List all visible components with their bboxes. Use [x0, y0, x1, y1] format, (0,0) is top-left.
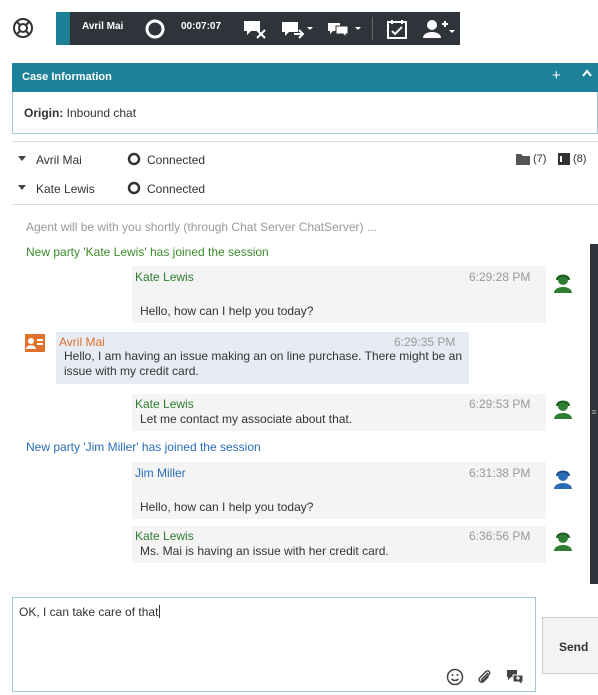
interaction-timer: 00:07:07	[181, 21, 222, 32]
message-text: Hello, I am having an issue making an on…	[64, 349, 463, 378]
attachment-icon[interactable]	[476, 668, 494, 686]
transfer-chat-icon[interactable]	[280, 18, 314, 40]
case-information-header[interactable]: Case Information +	[12, 63, 598, 92]
party-status: Connected	[147, 153, 206, 167]
add-case-data-button[interactable]: +	[552, 67, 561, 84]
origin-label: Origin:	[24, 106, 64, 120]
origin-field: Origin: Inbound chat	[24, 106, 136, 120]
connected-status-icon	[127, 181, 141, 195]
connected-status-icon	[127, 152, 141, 166]
caret-down-icon[interactable]	[18, 154, 26, 162]
calendar-icon[interactable]	[386, 18, 408, 40]
toolbar-separator	[372, 17, 373, 40]
case-folder-icon[interactable]	[515, 152, 531, 166]
conference-chat-icon[interactable]	[326, 18, 362, 40]
party-name: Avril Mai	[36, 153, 82, 167]
message-sender: Jim Miller	[135, 466, 186, 480]
message-sender: Kate Lewis	[135, 397, 194, 411]
party-row[interactable]: Avril Mai Connected (7) (8)	[12, 149, 598, 171]
message-text: Ms. Mai is having an issue with her cred…	[140, 544, 389, 558]
send-label: Send	[559, 640, 589, 654]
message-text: Let me contact my associate about that.	[140, 412, 353, 426]
caret-down-icon[interactable]	[18, 183, 26, 191]
message-time: 6:31:38 PM	[469, 466, 531, 480]
message-time: 6:29:35 PM	[394, 335, 456, 349]
workspace-icon[interactable]	[12, 17, 34, 39]
chevron-up-icon[interactable]	[582, 69, 592, 77]
case-information-title: Case Information	[22, 71, 112, 83]
party-status: Connected	[147, 182, 206, 196]
consult-party-icon[interactable]	[420, 18, 456, 40]
party-list: Avril Mai Connected (7) (8) Kate Lewis C…	[12, 141, 598, 205]
supervisor-avatar-icon	[554, 470, 572, 489]
compose-text: OK, I can take care of that	[19, 605, 161, 619]
message-time: 6:36:56 PM	[469, 529, 531, 543]
end-chat-icon[interactable]	[242, 18, 268, 40]
message-time: 6:29:53 PM	[469, 397, 531, 411]
notes-count: (8)	[573, 153, 587, 165]
interaction-toolbar: Avril Mai 00:07:07	[0, 0, 598, 56]
agent-avatar-icon	[554, 274, 572, 293]
toolbar-strip: Avril Mai 00:07:07	[56, 12, 460, 45]
agent-message: Kate Lewis 6:36:56 PM Ms. Mai is having …	[132, 526, 546, 563]
system-message: New party 'Kate Lewis' has joined the se…	[26, 245, 269, 259]
party-row[interactable]: Kate Lewis Connected	[12, 178, 598, 200]
standard-responses-icon[interactable]	[506, 668, 524, 686]
case-count: (7)	[533, 153, 547, 165]
chat-status-icon	[145, 19, 165, 39]
scrollbar-grip-icon[interactable]: ≡	[590, 405, 598, 419]
agent-avatar-icon	[554, 532, 572, 551]
agent-avatar-icon	[554, 400, 572, 419]
agent-message: Kate Lewis 6:29:28 PM Hello, how can I h…	[132, 266, 546, 323]
contact-name: Avril Mai	[82, 21, 124, 32]
system-message: New party 'Jim Miller' has joined the se…	[26, 440, 261, 454]
system-message: Agent will be with you shortly (through …	[26, 220, 377, 234]
customer-message: Avril Mai 6:29:35 PM Hello, I am having …	[56, 332, 469, 384]
message-sender: Kate Lewis	[135, 270, 194, 284]
origin-value: Inbound chat	[66, 106, 137, 120]
message-text: Hello, how can I help you today?	[140, 304, 314, 318]
message-sender: Kate Lewis	[135, 529, 194, 543]
message-time: 6:29:28 PM	[469, 270, 531, 284]
party-name: Kate Lewis	[36, 182, 95, 196]
chat-transcript: Agent will be with you shortly (through …	[12, 210, 598, 590]
agent-message: Kate Lewis 6:29:53 PM Let me contact my …	[132, 394, 546, 431]
emoji-icon[interactable]	[446, 668, 464, 686]
case-information-body: Origin: Inbound chat	[12, 92, 598, 134]
message-text: Hello, how can I help you today?	[140, 500, 314, 514]
customer-contact-icon	[25, 334, 45, 352]
toolbar-accent	[56, 12, 70, 45]
agent-message: Jim Miller 6:31:38 PM Hello, how can I h…	[132, 462, 546, 519]
message-sender: Avril Mai	[59, 335, 105, 349]
send-button[interactable]: Send	[542, 617, 598, 674]
notes-icon[interactable]	[557, 152, 571, 166]
